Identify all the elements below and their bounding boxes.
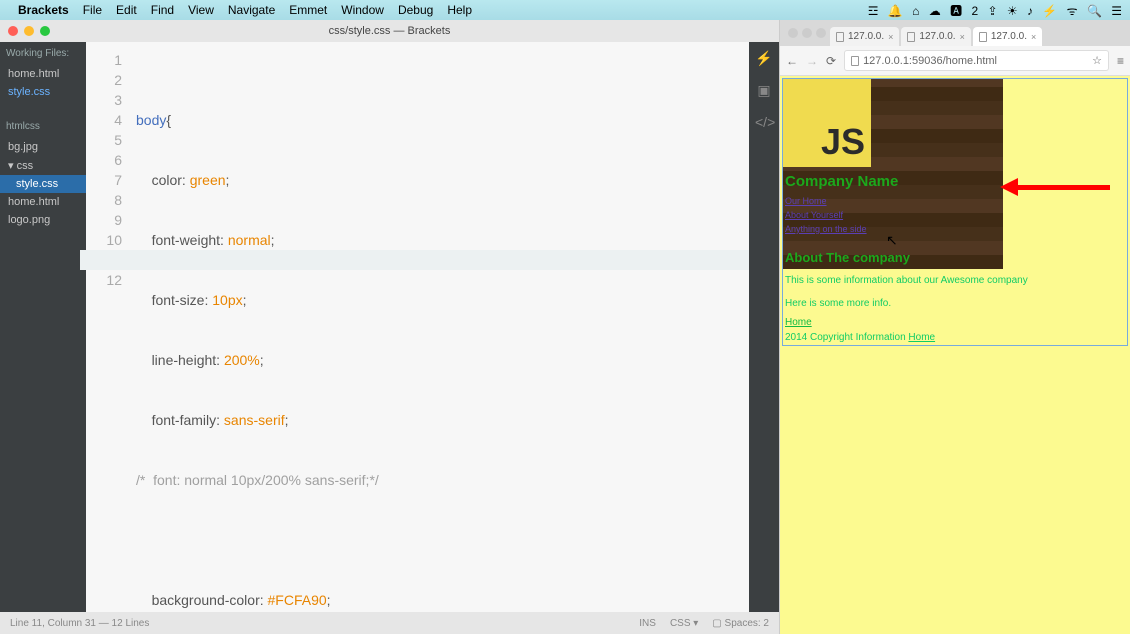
code-editor[interactable]: 123456789101112 body{ color: green; font… [86, 42, 749, 612]
minimize-traffic-light[interactable] [24, 26, 34, 36]
close-tab-icon[interactable]: × [888, 32, 893, 42]
reload-button[interactable]: ⟳ [826, 54, 836, 68]
tray-icon[interactable]: ☁ [929, 4, 941, 18]
file-tree-item[interactable]: home.html [0, 193, 86, 211]
file-tree-folder[interactable]: ▾ css [0, 156, 86, 175]
site-logo: JS [783, 79, 871, 167]
window-title: css/style.css — Brackets [329, 25, 451, 37]
cursor-position: Line 11, Column 31 — 12 Lines [10, 618, 149, 629]
close-traffic-light[interactable] [8, 26, 18, 36]
brackets-right-toolbar: ⚡ ▣ </> [749, 42, 779, 612]
menu-edit[interactable]: Edit [116, 3, 137, 17]
browser-tab[interactable]: 127.0.0.× [830, 27, 899, 46]
close-tab-icon[interactable]: × [1031, 32, 1036, 42]
menu-help[interactable]: Help [447, 3, 472, 17]
mac-menubar: Brackets File Edit Find View Navigate Em… [0, 0, 1130, 20]
language-mode[interactable]: CSS ▾ [670, 618, 698, 629]
tray-icon[interactable]: ☀ [1007, 4, 1018, 18]
page-icon [979, 32, 987, 42]
tray-icon[interactable]: ⚡ [1042, 4, 1057, 18]
page-icon [851, 56, 859, 66]
minimize-traffic-light[interactable] [802, 28, 812, 38]
code-area[interactable]: body{ color: green; font-weight: normal;… [130, 42, 749, 612]
about-paragraph: Here is some more info. [783, 292, 1127, 315]
menu-navigate[interactable]: Navigate [228, 3, 275, 17]
tray-icon[interactable]: ♪ [1027, 4, 1033, 18]
working-file[interactable]: home.html [0, 65, 86, 83]
close-tab-icon[interactable]: × [960, 32, 965, 42]
tray-icon[interactable]: ⌂ [912, 4, 919, 18]
bookmark-star-icon[interactable]: ☆ [1092, 54, 1102, 67]
line-gutter: 123456789101112 [86, 42, 130, 612]
zoom-traffic-light[interactable] [40, 26, 50, 36]
menubar-tray: ☲ 🔔 ⌂ ☁ 🅰 2 ⇪ ☀ ♪ ⚡ ᯤ 🔍 ☰ [862, 2, 1122, 19]
extension-manager-icon[interactable]: ▣ [755, 82, 773, 100]
menu-emmet[interactable]: Emmet [289, 3, 327, 17]
site-body: This is some information about our Aweso… [783, 269, 1127, 345]
footer-link[interactable]: Home [908, 332, 935, 343]
brackets-sidebar: Working Files: home.html style.css htmlc… [0, 42, 86, 612]
copyright: 2014 Copyright Information Home [783, 330, 1127, 345]
site-nav: Our Home About Yourself Anything on the … [783, 194, 1003, 240]
code-icon[interactable]: </> [755, 114, 773, 132]
file-tree-item[interactable]: style.css [0, 175, 86, 193]
tray-icon[interactable]: 🅰 [950, 4, 962, 18]
indent-mode[interactable]: ▢ Spaces: 2 [712, 618, 769, 629]
chrome-toolbar: ← → ⟳ 127.0.0.1:59036/home.html ☆ ≡ [780, 46, 1130, 76]
back-button[interactable]: ← [786, 54, 798, 68]
menu-find[interactable]: Find [151, 3, 174, 17]
insert-mode[interactable]: INS [639, 618, 656, 629]
file-tree-item[interactable]: logo.png [0, 211, 86, 229]
project-label[interactable]: htmlcss [0, 115, 86, 138]
working-files-label: Working Files: [0, 42, 86, 65]
tray-icon[interactable]: ⇪ [987, 4, 997, 18]
about-heading: About The company [783, 240, 1003, 269]
file-tree-item[interactable]: bg.jpg [0, 138, 86, 156]
brackets-statusbar: Line 11, Column 31 — 12 Lines INS CSS ▾ … [0, 612, 779, 634]
brackets-titlebar: css/style.css — Brackets [0, 20, 779, 42]
rendered-page: JS Company Name Our Home About Yourself … [780, 76, 1130, 634]
tray-icon[interactable]: ☰ [1111, 4, 1122, 18]
brackets-window: css/style.css — Brackets Working Files: … [0, 20, 779, 634]
footer-link[interactable]: Home [783, 315, 1127, 330]
close-traffic-light[interactable] [788, 28, 798, 38]
browser-tab-active[interactable]: 127.0.0.× [973, 27, 1042, 46]
browser-tab[interactable]: 127.0.0.× [901, 27, 970, 46]
annotation-arrow [1000, 178, 1110, 196]
nav-link[interactable]: About Yourself [785, 210, 1001, 220]
company-name: Company Name [783, 167, 1003, 194]
tray-icon[interactable]: 🔔 [888, 4, 903, 18]
tray-icon[interactable]: ☲ [868, 4, 879, 18]
site-header: JS Company Name Our Home About Yourself … [783, 79, 1003, 269]
about-paragraph: This is some information about our Aweso… [783, 269, 1127, 292]
menu-window[interactable]: Window [341, 3, 384, 17]
tray-icon[interactable]: 🔍 [1087, 4, 1102, 18]
zoom-traffic-light[interactable] [816, 28, 826, 38]
address-bar[interactable]: 127.0.0.1:59036/home.html ☆ [844, 50, 1109, 71]
chrome-window: 127.0.0.× 127.0.0.× 127.0.0.× ← → ⟳ 127.… [779, 20, 1130, 634]
page-icon [836, 32, 844, 42]
tray-icon[interactable]: ᯤ [1067, 4, 1078, 18]
forward-button[interactable]: → [806, 54, 818, 68]
working-file[interactable]: style.css [0, 83, 86, 101]
chrome-tabstrip: 127.0.0.× 127.0.0.× 127.0.0.× [780, 20, 1130, 46]
nav-link[interactable]: Our Home [785, 196, 1001, 206]
page-icon [907, 32, 915, 42]
live-preview-icon[interactable]: ⚡ [755, 50, 773, 68]
nav-link[interactable]: Anything on the side [785, 224, 1001, 234]
menu-file[interactable]: File [83, 3, 102, 17]
url-text: 127.0.0.1:59036/home.html [863, 55, 997, 67]
chrome-menu-icon[interactable]: ≡ [1117, 54, 1124, 68]
tray-icon[interactable]: 2 [971, 4, 978, 18]
menu-debug[interactable]: Debug [398, 3, 433, 17]
app-name[interactable]: Brackets [18, 3, 69, 17]
menu-view[interactable]: View [188, 3, 214, 17]
